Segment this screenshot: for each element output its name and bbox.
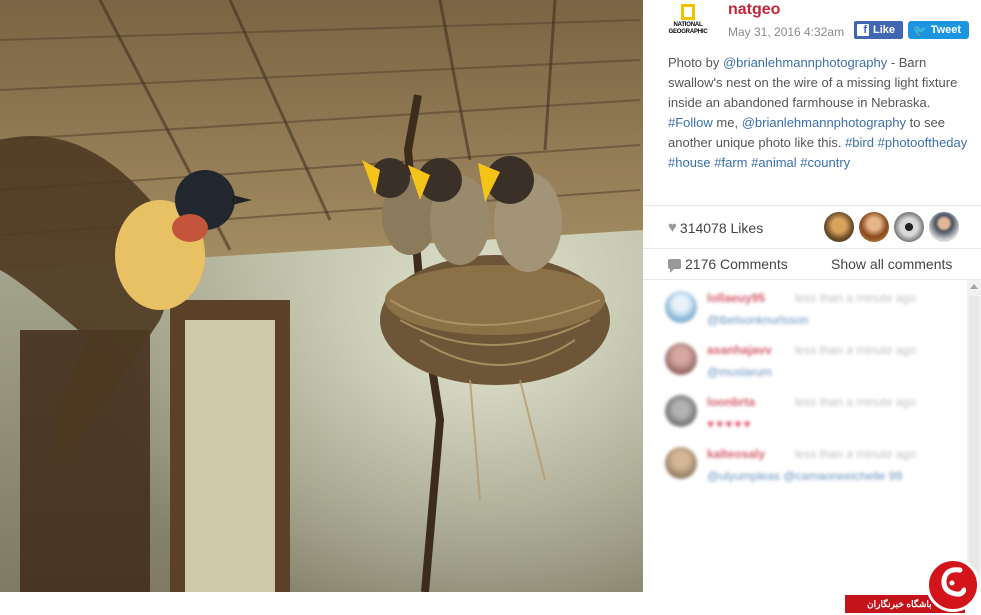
comments-count: 2176 Comments xyxy=(668,256,788,273)
comment-item: asanhajavv less than a minute ago @musla… xyxy=(643,333,967,385)
comment-text: @ulyumpleas @camaoneeichelle 99 xyxy=(707,469,903,483)
post-details-panel: NATIONAL GEOGRAPHIC natgeo May 31, 2016 … xyxy=(643,0,981,615)
scroll-up-arrow-icon[interactable] xyxy=(970,284,978,289)
hashtag-link[interactable]: #Follow xyxy=(668,115,713,130)
watermark-glyph-icon xyxy=(941,567,966,597)
logo-text-line1: NATIONAL xyxy=(673,22,703,28)
likes-text: 314078 Likes xyxy=(679,219,764,236)
avatar[interactable] xyxy=(665,447,697,479)
divider xyxy=(643,205,981,206)
avatar[interactable] xyxy=(824,212,854,242)
likes-count: ♥ 314078 Likes xyxy=(668,219,763,236)
barn-swallow-photo-illustration xyxy=(0,0,643,592)
logo-text-line2: GEOGRAPHIC xyxy=(668,29,708,35)
comment-bubble-icon xyxy=(668,259,681,273)
comment-item: loonbrta less than a minute ago ♥♥♥♥♥ xyxy=(643,385,967,437)
comment-item: kalteosaly less than a minute ago @ulyum… xyxy=(643,437,967,489)
post-header: NATIONAL GEOGRAPHIC natgeo May 31, 2016 … xyxy=(643,0,981,50)
facebook-like-button[interactable]: f Like xyxy=(854,21,903,39)
divider xyxy=(643,279,981,280)
comments-list: lollaeuy95 less than a minute ago @lbels… xyxy=(643,281,967,592)
comment-username[interactable]: loonbrta xyxy=(707,395,755,409)
avatar[interactable] xyxy=(665,291,697,323)
comment-username[interactable]: asanhajavv xyxy=(707,343,772,357)
hashtag-link[interactable]: #bird xyxy=(845,135,874,150)
comment-time: less than a minute ago xyxy=(795,447,916,461)
post-caption: Photo by @brianlehmannphotography - Barn… xyxy=(668,53,968,173)
facebook-like-label: Like xyxy=(873,24,896,36)
avatar[interactable] xyxy=(665,343,697,375)
caption-text: Photo by xyxy=(668,55,723,70)
mention-link[interactable]: @brianlehmannphotography xyxy=(723,55,887,70)
hashtag-link[interactable]: #farm xyxy=(714,155,747,170)
mention-link[interactable]: @brianlehmannphotography xyxy=(742,115,906,130)
heart-icon: ♥ xyxy=(668,219,677,236)
hashtag-link[interactable]: #house xyxy=(668,155,711,170)
avatar[interactable] xyxy=(929,212,959,242)
comment-time: less than a minute ago xyxy=(795,395,916,409)
comments-text: 2176 Comments xyxy=(685,256,788,272)
post-username[interactable]: natgeo xyxy=(728,1,780,19)
yellow-frame-icon xyxy=(681,4,695,20)
avatar[interactable] xyxy=(859,212,889,242)
comment-item: lollaeuy95 less than a minute ago @lbels… xyxy=(643,281,967,333)
comments-scrollbar[interactable] xyxy=(967,280,981,592)
comment-time: less than a minute ago xyxy=(795,343,916,357)
hashtag-link[interactable]: #photooftheday xyxy=(878,135,968,150)
post-date: May 31, 2016 4:32am xyxy=(728,25,845,39)
tweet-button[interactable]: 🐦 Tweet xyxy=(908,21,969,39)
divider xyxy=(643,248,981,249)
avatar[interactable] xyxy=(894,212,924,242)
comment-time: less than a minute ago xyxy=(795,291,916,305)
avatar[interactable] xyxy=(665,395,697,427)
facebook-icon: f xyxy=(857,24,869,36)
comment-username[interactable]: kalteosaly xyxy=(707,447,765,461)
show-all-comments-link[interactable]: Show all comments xyxy=(831,256,952,272)
hashtag-link[interactable]: #country xyxy=(800,155,850,170)
comment-text: @lbelsonknurlsson xyxy=(707,313,809,327)
post-photo[interactable] xyxy=(0,0,643,592)
twitter-bird-icon: 🐦 xyxy=(913,24,927,37)
comment-text: ♥♥♥♥♥ xyxy=(707,417,753,431)
scrollbar-thumb[interactable] xyxy=(969,296,979,576)
caption-text: me, xyxy=(712,115,742,130)
likers-avatars xyxy=(824,212,964,242)
hashtag-link[interactable]: #animal xyxy=(751,155,797,170)
natgeo-logo[interactable]: NATIONAL GEOGRAPHIC xyxy=(668,4,708,44)
comment-username[interactable]: lollaeuy95 xyxy=(707,291,765,305)
comment-text: @muslarum xyxy=(707,365,772,379)
tweet-label: Tweet xyxy=(930,24,962,36)
